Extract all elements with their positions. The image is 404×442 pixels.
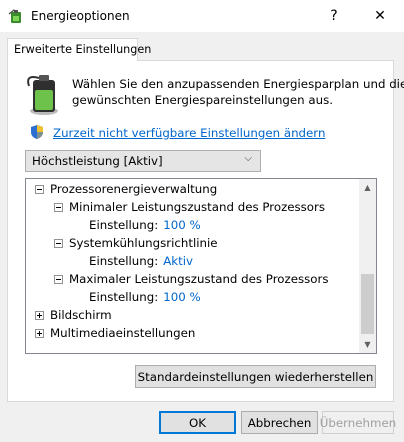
power-plan-selected: Höchstleistung [Aktiv] (32, 154, 163, 168)
tree-item-label: Systemkühlungsrichtlinie (69, 236, 218, 250)
power-plan-dropdown[interactable]: Höchstleistung [Aktiv] ⌵ (25, 150, 261, 172)
setting-value[interactable]: Aktiv (163, 254, 193, 268)
description-line-2: gewünschten Energiespareinstellungen aus… (72, 93, 334, 107)
battery-icon (27, 75, 58, 115)
setting-value[interactable]: 100 % (163, 218, 200, 232)
uac-shield-icon (31, 125, 43, 139)
tree-item-cooling-policy[interactable]: Systemkühlungsrichtlinie (54, 234, 218, 252)
setting-label: Einstellung: (89, 290, 159, 304)
tree-item-min-processor-state[interactable]: Minimaler Leistungszustand des Prozessor… (54, 198, 325, 216)
ok-button[interactable]: OK (159, 411, 236, 434)
tree-category-label: Multimediaeinstellungen (50, 326, 196, 340)
help-button[interactable]: ? (312, 0, 356, 32)
tree-item-label: Minimaler Leistungszustand des Prozessor… (69, 200, 326, 214)
description-text: Wählen Sie den anzupassenden Energiespar… (72, 76, 404, 108)
tab-advanced-settings[interactable]: Erweiterte Einstellungen (7, 38, 151, 61)
cancel-button[interactable]: Abbrechen (241, 411, 318, 434)
settings-tree[interactable]: Prozessorenergieverwaltung Minimaler Lei… (25, 178, 377, 354)
tree-category-label: Bildschirm (50, 308, 112, 322)
tree-category-processor[interactable]: Prozessorenergieverwaltung (35, 180, 217, 198)
tree-item-max-processor-state[interactable]: Maximaler Leistungszustand des Prozessor… (54, 270, 328, 288)
window-title: Energieoptionen (31, 9, 130, 23)
restore-defaults-button[interactable]: Standardeinstellungen wiederherstellen (135, 365, 376, 388)
expand-icon[interactable] (35, 310, 44, 320)
scrollbar-thumb[interactable] (361, 274, 374, 334)
collapse-icon[interactable] (54, 202, 63, 212)
collapse-icon[interactable] (54, 274, 63, 284)
tree-item-label: Maximaler Leistungszustand des Prozessor… (69, 272, 329, 286)
tree-category-multimedia[interactable]: Multimediaeinstellungen (35, 324, 195, 342)
battery-plug-icon (8, 9, 21, 23)
chevron-down-icon: ⌵ (244, 153, 252, 164)
close-button[interactable]: ✕ (358, 0, 402, 32)
tree-category-label: Prozessorenergieverwaltung (50, 182, 218, 196)
collapse-icon[interactable] (35, 184, 44, 194)
description-line-1: Wählen Sie den anzupassenden Energiespar… (72, 77, 404, 91)
title-bar: Energieoptionen ? ✕ (0, 0, 404, 32)
tree-category-display[interactable]: Bildschirm (35, 306, 112, 324)
setting-value[interactable]: 100 % (163, 290, 200, 304)
tree-setting-min-processor-state[interactable]: Einstellung: 100 % (89, 216, 201, 234)
tree-setting-max-processor-state[interactable]: Einstellung: 100 % (89, 288, 201, 306)
collapse-icon[interactable] (54, 238, 63, 248)
setting-label: Einstellung: (89, 218, 159, 232)
expand-icon[interactable] (35, 328, 44, 338)
setting-label: Einstellung: (89, 254, 159, 268)
tree-scrollbar[interactable]: ▲ ▼ (359, 179, 376, 353)
change-unavailable-settings-link[interactable]: Zurzeit nicht verfügbare Einstellungen ä… (53, 126, 325, 140)
apply-button: Übernehmen (320, 411, 396, 434)
scroll-down-icon[interactable]: ▼ (359, 336, 376, 353)
tree-setting-cooling-policy[interactable]: Einstellung: Aktiv (89, 252, 193, 270)
scroll-up-icon[interactable]: ▲ (359, 179, 376, 196)
